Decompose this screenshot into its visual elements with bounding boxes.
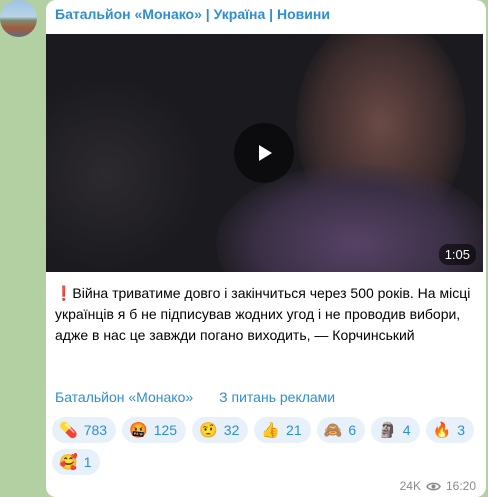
reaction-count: 783 [83, 422, 108, 438]
reaction-count: 6 [348, 422, 357, 438]
reaction-pill[interactable]: 🗿 4 [371, 417, 420, 443]
play-button[interactable] [234, 123, 294, 183]
reaction-count: 1 [83, 454, 92, 470]
reaction-count: 4 [402, 422, 411, 438]
reaction-count: 21 [286, 422, 302, 438]
message-time: 16:20 [445, 479, 476, 493]
moai-icon: 🗿 [378, 421, 397, 439]
reaction-pill[interactable]: 🤨 32 [192, 417, 249, 443]
reaction-count: 125 [153, 422, 178, 438]
message-bubble: Батальйон «Монако» | Україна | Новини 1:… [46, 0, 486, 497]
reactions-bar: 💊 783 🤬 125 🤨 32 👍 21 🙈 6 🗿 4 🔥 3 🥰 1 [52, 417, 478, 475]
message-links: Батальйон «Монако» З питань реклами [55, 389, 335, 405]
reaction-pill[interactable]: 👍 21 [254, 417, 311, 443]
message-footer: 24K 16:20 [400, 479, 476, 493]
see-no-evil-monkey-icon: 🙈 [323, 421, 343, 439]
fire-icon: 🔥 [432, 421, 452, 439]
raised-eyebrow-icon: 🤨 [199, 421, 218, 439]
angry-face-icon: 🤬 [129, 421, 148, 439]
play-icon [259, 145, 272, 161]
link-channel[interactable]: Батальйон «Монако» [55, 389, 193, 405]
pill-icon: 💊 [59, 421, 78, 439]
video-thumbnail-blur [46, 74, 206, 272]
reaction-count: 32 [223, 422, 240, 438]
eye-icon [426, 482, 441, 490]
reaction-pill[interactable]: 🥰 1 [52, 449, 101, 475]
link-advertising[interactable]: З питань реклами [219, 389, 335, 405]
thumbs-up-icon: 👍 [261, 421, 281, 439]
channel-avatar[interactable] [0, 0, 37, 37]
reaction-pill[interactable]: 🙈 6 [316, 417, 366, 443]
smiling-hearts-icon: 🥰 [59, 453, 78, 471]
views-count: 24K [399, 479, 421, 493]
message-text: ❗️Війна триватиме довго і закінчиться че… [55, 285, 471, 343]
reaction-pill[interactable]: 🔥 3 [425, 417, 475, 443]
video-duration: 1:05 [438, 244, 476, 265]
channel-title[interactable]: Батальйон «Монако» | Україна | Новини [55, 6, 330, 22]
reaction-pill[interactable]: 🤬 125 [122, 417, 187, 443]
reaction-pill[interactable]: 💊 783 [52, 417, 117, 443]
video-player[interactable]: 1:05 [46, 34, 483, 272]
reaction-count: 3 [457, 422, 466, 438]
